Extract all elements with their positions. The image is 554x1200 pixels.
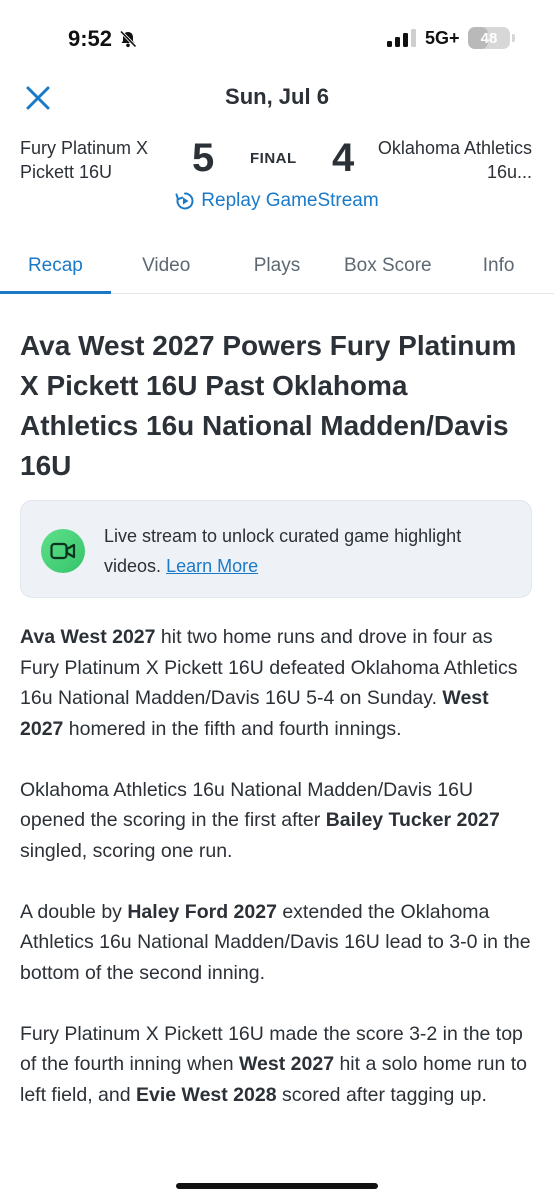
tab-recap[interactable]: Recap	[0, 238, 111, 294]
tab-bar: Recap Video Plays Box Score Info	[0, 238, 554, 294]
tab-info[interactable]: Info	[443, 238, 554, 293]
player-name: Evie West 2028	[136, 1083, 277, 1106]
article-text: homered in the fifth and fourth innings.	[63, 717, 402, 740]
replay-gamestream-link[interactable]: Replay GameStream	[0, 190, 554, 212]
article-text: A double by	[20, 900, 128, 923]
replay-label: Replay GameStream	[201, 190, 379, 211]
battery-percent: 48	[480, 29, 498, 47]
battery-icon: 48	[468, 27, 510, 49]
game-date: Sun, Jul 6	[225, 84, 329, 109]
game-status: FINAL	[250, 150, 297, 167]
home-score: 5	[192, 136, 215, 180]
status-time: 9:52	[68, 26, 138, 52]
home-team-name[interactable]: Fury Platinum X Pickett 16U	[20, 136, 180, 184]
status-bar: 9:52 5G+ 48	[0, 0, 554, 78]
player-name: West 2027	[239, 1053, 335, 1075]
signal-icon	[387, 29, 416, 47]
recap-article: Ava West 2027 hit two home runs and drov…	[20, 622, 534, 1141]
battery-tip	[512, 34, 515, 42]
away-team-name[interactable]: Oklahoma Athletics 16u...	[372, 136, 532, 184]
tab-plays[interactable]: Plays	[222, 238, 333, 293]
status-time-text: 9:52	[68, 26, 113, 51]
article-paragraph-3: A double by Haley Ford 2027 extended the…	[20, 897, 534, 989]
tab-box-score[interactable]: Box Score	[332, 238, 443, 293]
recap-headline: Ava West 2027 Powers Fury Platinum X Pic…	[20, 330, 517, 481]
article-paragraph-2: Oklahoma Athletics 16u National Madden/D…	[20, 775, 534, 867]
article-text: scored after tagging up.	[276, 1083, 487, 1106]
network-label: 5G+	[425, 28, 460, 48]
learn-more-link[interactable]: Learn More	[166, 556, 258, 576]
tab-video[interactable]: Video	[111, 238, 222, 293]
player-name: Haley Ford 2027	[127, 900, 277, 923]
player-name: Bailey Tucker 2027	[325, 809, 500, 831]
live-stream-promo-card: Live stream to unlock curated game highl…	[20, 500, 532, 598]
home-indicator[interactable]	[176, 1183, 378, 1189]
away-score: 4	[332, 136, 355, 180]
article-text: singled, scoring one run.	[20, 839, 233, 862]
promo-text-block: Live stream to unlock curated game highl…	[104, 521, 514, 581]
bell-off-icon	[119, 30, 137, 48]
replay-icon	[175, 192, 194, 210]
article-paragraph-4: Fury Platinum X Pickett 16U made the sco…	[20, 1019, 534, 1111]
player-name: Ava West 2027	[20, 626, 156, 648]
article-paragraph-1: Ava West 2027 hit two home runs and drov…	[20, 622, 534, 744]
promo-text: Live stream to unlock curated game highl…	[104, 526, 462, 576]
video-camera-icon	[41, 529, 85, 573]
